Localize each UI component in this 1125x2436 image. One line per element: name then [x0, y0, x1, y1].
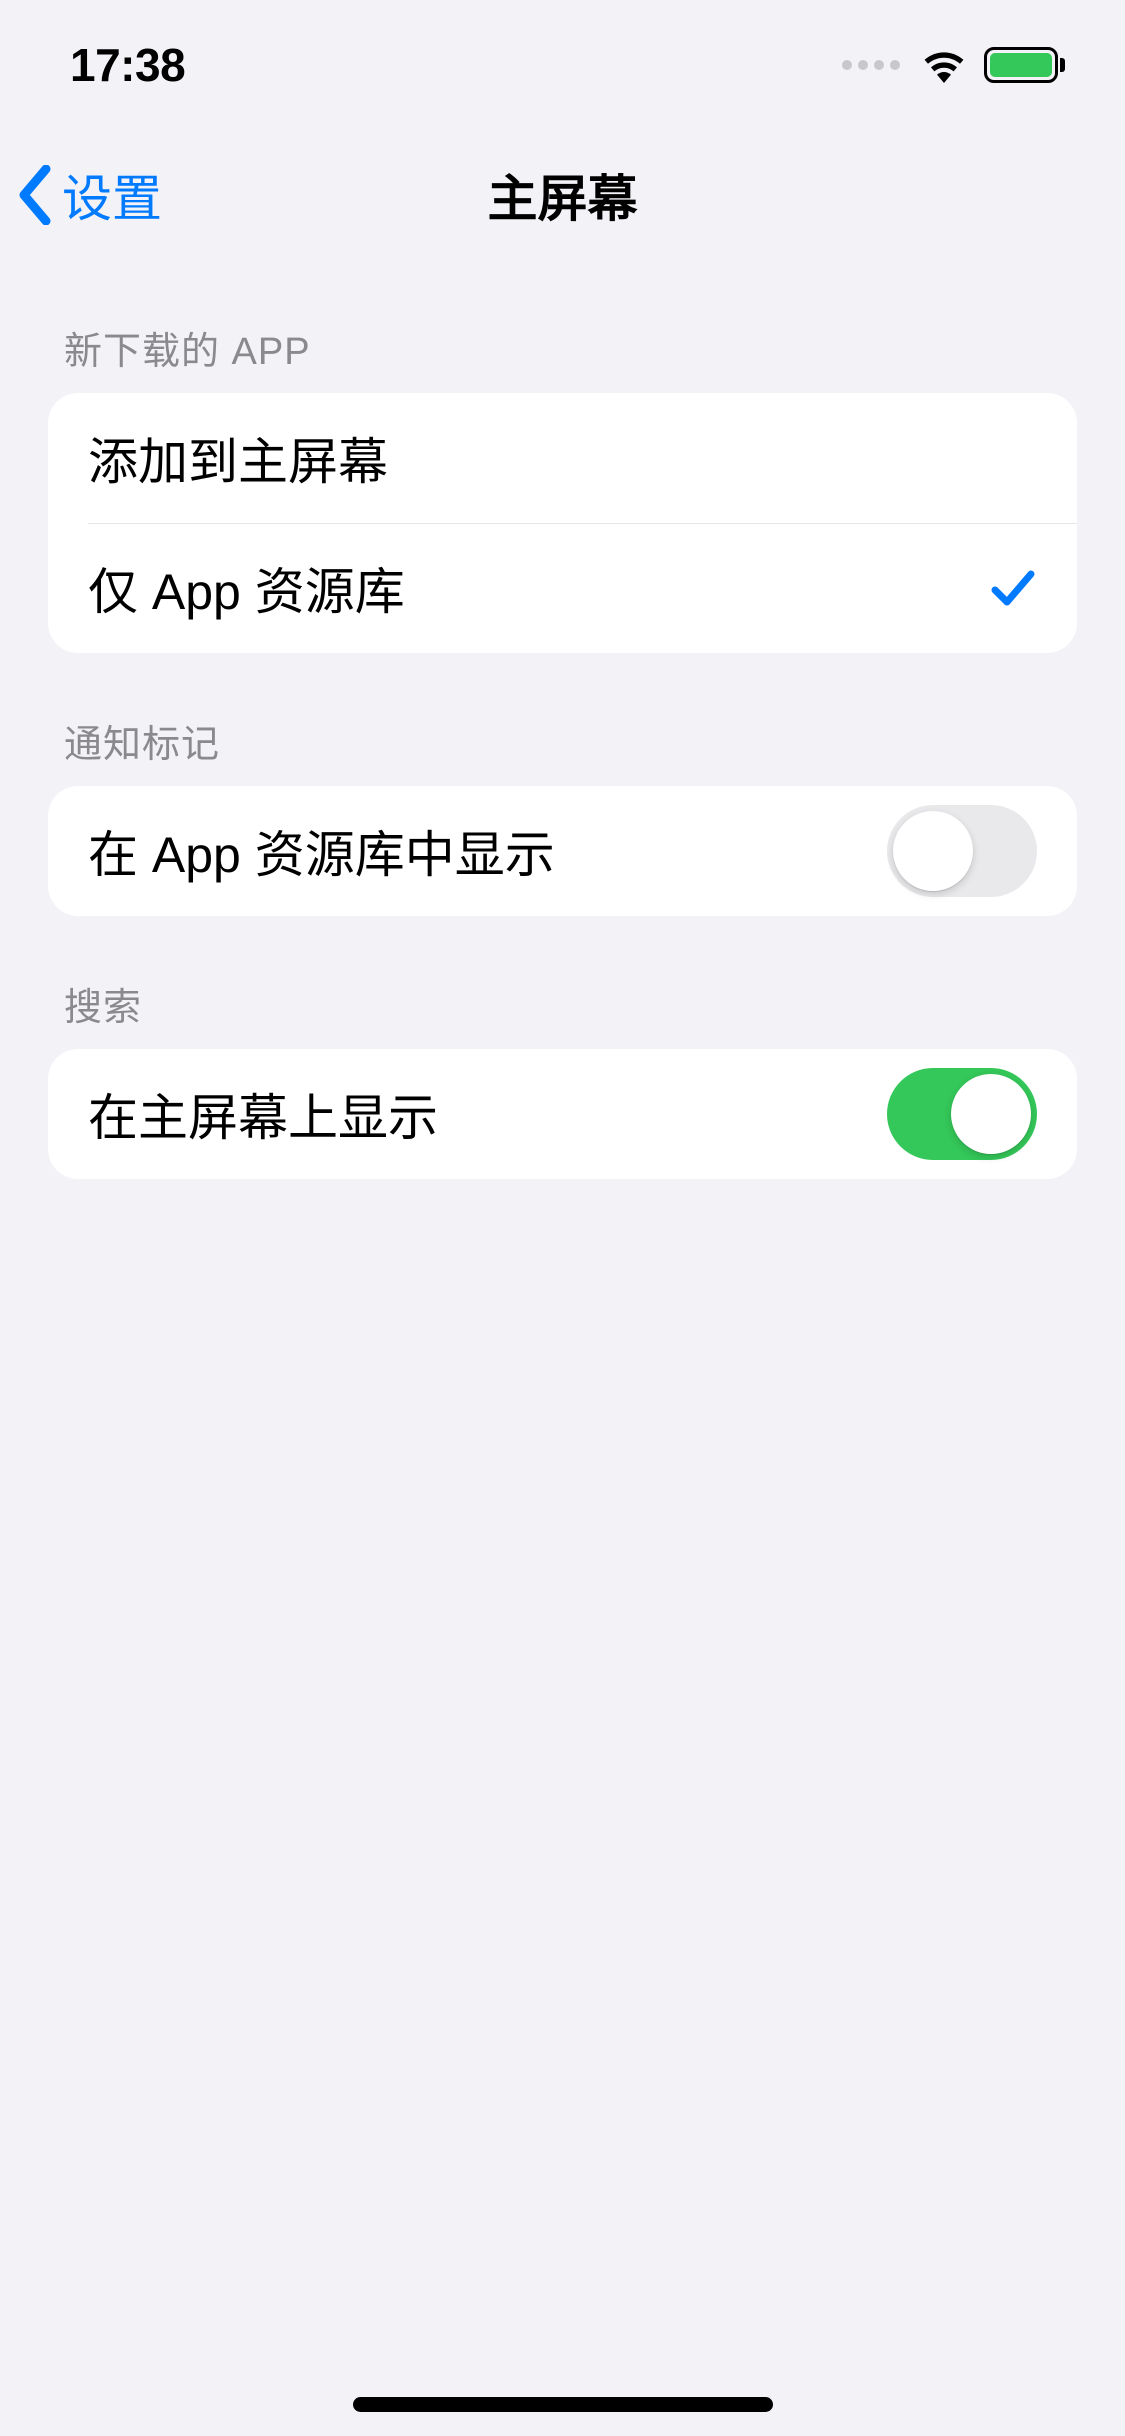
toggle-show-in-library[interactable]: [887, 805, 1037, 897]
content: 新下载的 APP 添加到主屏幕 仅 App 资源库 通知标记 在 App 资源库…: [0, 260, 1125, 1179]
status-time: 17:38: [70, 38, 185, 92]
group-badges: 在 App 资源库中显示: [48, 786, 1077, 916]
nav-bar: 设置 主屏幕: [0, 130, 1125, 260]
home-indicator[interactable]: [353, 2397, 773, 2412]
section-header-badges: 通知标记: [48, 653, 1077, 786]
row-label: 在 App 资源库中显示: [88, 815, 555, 887]
battery-icon: [984, 47, 1065, 83]
row-show-in-library: 在 App 资源库中显示: [48, 786, 1077, 916]
status-indicators: [842, 47, 1065, 83]
toggle-show-on-home[interactable]: [887, 1068, 1037, 1160]
chevron-left-icon: [18, 165, 54, 225]
row-show-on-home: 在主屏幕上显示: [48, 1049, 1077, 1179]
row-label: 在主屏幕上显示: [88, 1078, 438, 1150]
group-search: 在主屏幕上显示: [48, 1049, 1077, 1179]
status-bar: 17:38: [0, 0, 1125, 130]
back-button[interactable]: 设置: [18, 159, 162, 231]
page-title: 主屏幕: [0, 159, 1125, 231]
signal-dots-icon: [842, 60, 900, 70]
section-header-search: 搜索: [48, 916, 1077, 1049]
checkmark-icon: [989, 566, 1037, 610]
option-app-library-only[interactable]: 仅 App 资源库: [48, 523, 1077, 653]
group-new-apps: 添加到主屏幕 仅 App 资源库: [48, 393, 1077, 653]
section-header-new-apps: 新下载的 APP: [48, 260, 1077, 393]
back-label: 设置: [62, 159, 162, 231]
wifi-icon: [920, 47, 968, 83]
option-add-to-home[interactable]: 添加到主屏幕: [48, 393, 1077, 523]
option-label: 添加到主屏幕: [88, 422, 388, 494]
option-label: 仅 App 资源库: [88, 552, 405, 624]
